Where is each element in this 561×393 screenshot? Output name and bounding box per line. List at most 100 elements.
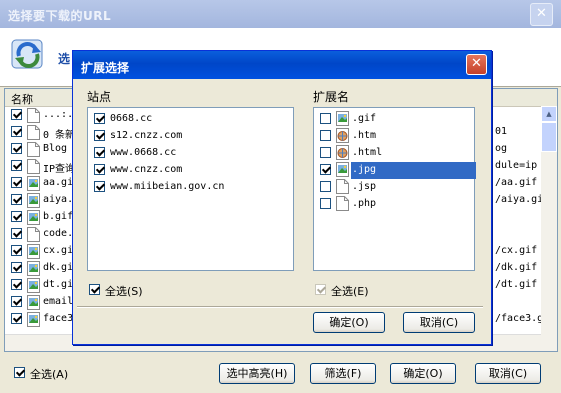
sites-select-all-checkbox[interactable]: 全选(S) [89,284,143,298]
select-all-checkbox[interactable]: 全选(A) [14,367,68,381]
extension-checkbox[interactable] [320,198,331,209]
filter-button[interactable]: 筛选(F) [310,363,376,384]
extension-item[interactable]: .html [318,145,514,162]
site-checkbox[interactable] [94,147,105,158]
outer-close-button[interactable]: ✕ [530,3,553,26]
site-item[interactable]: s12.cnzz.com [92,128,288,145]
extension-name: .jsp [352,181,377,192]
vertical-scrollbar[interactable]: ▲ [541,106,557,351]
row-checkbox[interactable] [11,228,22,239]
site-name: www.miibeian.gov.cn [110,181,225,192]
dialog-divider [77,306,483,308]
extension-item[interactable]: .php [318,196,514,213]
row-checkbox[interactable] [11,279,22,290]
extension-checkbox[interactable] [320,147,331,158]
row-checkbox[interactable] [11,296,22,307]
image-file-icon [27,244,40,259]
site-name: www.0668.cc [110,147,177,158]
extension-item[interactable]: .jsp [318,179,514,196]
extension-select-dialog: 扩展选择 ✕ 站点 0668.cc s12.cnzz.com www.0668.cc… [72,50,492,345]
banner-title: 选 [58,52,71,66]
page-file-icon [336,196,349,212]
row-name: Blog [43,143,68,154]
row-checkbox[interactable] [11,109,22,120]
site-item[interactable]: www.cnzz.com [92,162,288,179]
extension-name: .php [352,198,377,209]
row-name: dt.gi [43,279,74,290]
page-file-icon [27,159,40,174]
image-file-icon [27,261,40,276]
extension-item[interactable]: .gif [318,111,514,128]
site-item[interactable]: 0668.cc [92,111,288,128]
site-name: www.cnzz.com [110,164,183,175]
image-file-icon [27,176,40,191]
extension-item[interactable]: .htm [318,128,514,145]
sites-list: 0668.cc s12.cnzz.com www.0668.cc www.cnzz.c… [87,107,294,271]
sites-select-all-box[interactable] [89,284,100,295]
row-url: /face3.g [495,313,544,324]
cancel-button[interactable]: 取消(C) [475,363,541,384]
image-file-icon [336,111,349,127]
image-file-icon [27,193,40,208]
site-item[interactable]: www.0668.cc [92,145,288,162]
extensions-label: 扩展名 [313,90,350,104]
dialog-close-button[interactable]: ✕ [466,54,487,75]
row-checkbox[interactable] [11,211,22,222]
page-file-icon [336,179,349,195]
site-item[interactable]: www.miibeian.gov.cn [92,179,288,196]
extension-checkbox[interactable] [320,181,331,192]
row-checkbox[interactable] [11,313,22,324]
select-all-label: 全选(A) [30,368,69,381]
extension-checkbox[interactable] [320,130,331,141]
page-file-icon [27,142,40,157]
row-name: dk.gi [43,262,74,273]
row-checkbox[interactable] [11,245,22,256]
row-checkbox[interactable] [11,194,22,205]
extension-checkbox[interactable] [320,113,331,124]
image-file-icon [27,210,40,225]
refresh-icon [11,39,43,69]
image-file-icon [27,312,40,327]
extension-name: .gif [352,113,377,124]
extension-item[interactable]: .jpg [318,162,514,179]
image-file-icon [336,162,349,178]
dialog-cancel-button[interactable]: 取消(C) [403,312,475,333]
dialog-title: 扩展选择 [81,61,130,75]
outer-window-titlebar: 选择要下载的URL ✕ [0,0,561,28]
extension-name: .htm [352,130,377,141]
site-checkbox[interactable] [94,164,105,175]
row-checkbox[interactable] [11,126,22,137]
row-name: email [43,296,74,307]
row-checkbox[interactable] [11,160,22,171]
site-name: s12.cnzz.com [110,130,183,141]
page-file-icon [27,108,40,123]
scroll-thumb[interactable] [541,122,557,152]
ok-button[interactable]: 确定(O) [390,363,456,384]
ext-select-all-box[interactable] [315,284,326,295]
row-name: aa.gi [43,177,74,188]
scroll-up-arrow-icon[interactable]: ▲ [541,106,557,122]
row-name: aiya. [43,194,74,205]
row-url: /dk.gif [495,262,538,273]
column-header-label: 名称 [11,93,33,106]
html-file-icon [336,128,349,144]
extension-checkbox[interactable] [320,164,331,175]
site-name: 0668.cc [110,113,153,124]
row-checkbox[interactable] [11,177,22,188]
dialog-ok-button[interactable]: 确定(O) [313,312,385,333]
ext-select-all-checkbox[interactable]: 全选(E) [315,284,369,298]
page-file-icon [27,227,40,242]
page-file-icon [27,125,40,140]
extension-name: .html [352,147,383,158]
row-url: /cx.gif [495,245,538,256]
ext-select-all-label: 全选(E) [331,285,369,298]
site-checkbox[interactable] [94,113,105,124]
select-highlight-button[interactable]: 选中高亮(H) [219,363,295,384]
row-checkbox[interactable] [11,143,22,154]
site-checkbox[interactable] [94,130,105,141]
outer-window-title: 选择要下载的URL [8,9,112,23]
extensions-list: .gif .htm .html .jpg .jsp .php [313,107,476,271]
site-checkbox[interactable] [94,181,105,192]
select-all-check-box[interactable] [14,367,25,378]
row-checkbox[interactable] [11,262,22,273]
